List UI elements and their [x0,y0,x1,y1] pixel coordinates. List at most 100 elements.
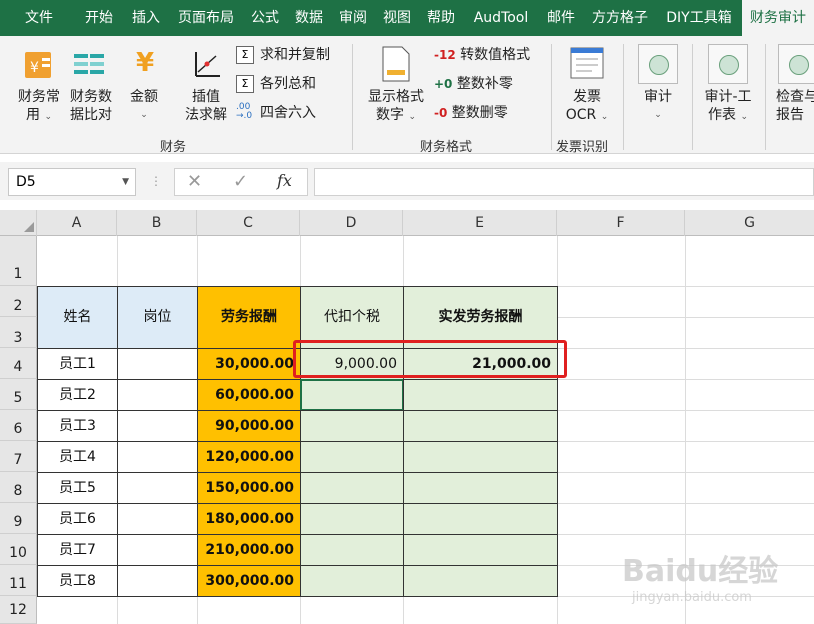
table-cell-pay[interactable]: 30,000.00 [197,348,301,380]
table-cell-pay[interactable]: 210,000.00 [197,534,301,566]
finance-data-compare-button[interactable]: 财务数 据比对 [64,88,118,124]
interpolation-solve-button[interactable]: 插值 法求解 [178,88,234,124]
row-header-2[interactable]: 2 [0,286,37,317]
header-cell-name[interactable]: 姓名 [37,286,118,349]
insert-function-icon[interactable]: fx [277,171,292,190]
display-format-number-button[interactable]: 显示格式 数字 ⌄ [362,88,430,126]
check-report-button[interactable]: 检查与 报告 [776,88,814,124]
tab-file[interactable]: 文件 [10,0,68,36]
convert-number-format-button[interactable]: -12 转数值格式 [434,46,530,64]
tab-fangfang[interactable]: 方方格子 [584,0,656,36]
chevron-down-icon[interactable]: ▼ [122,169,129,195]
ribbon-separator [692,44,693,150]
table-cell-net[interactable] [403,379,558,411]
header-cell-labor-pay[interactable]: 劳务报酬 [197,286,301,349]
tab-home[interactable]: 开始 [76,0,122,36]
tab-page-layout[interactable]: 页面布局 [170,0,242,36]
table-cell-pay[interactable]: 90,000.00 [197,410,301,442]
table-cell-net[interactable] [403,441,558,473]
selected-cell-d5[interactable] [300,379,404,411]
col-header-e[interactable]: E [403,210,557,236]
col-header-c[interactable]: C [197,210,300,236]
drag-handle-icon[interactable]: ⋮ [150,174,162,188]
row-header-1[interactable]: 1 [0,236,37,286]
table-cell-net[interactable] [403,472,558,504]
tab-data[interactable]: 数据 [288,0,330,36]
round-half-even-button[interactable]: 四舍六入 [260,104,316,122]
col-header-b[interactable]: B [117,210,197,236]
tab-review[interactable]: 审阅 [332,0,374,36]
tab-view[interactable]: 视图 [376,0,418,36]
table-cell-position[interactable] [117,565,198,597]
table-cell-position[interactable] [117,410,198,442]
table-cell-net[interactable] [403,503,558,535]
table-cell-name[interactable]: 员工3 [37,410,118,442]
row-header-3[interactable]: 3 [0,317,37,348]
tab-finance-audit[interactable]: 财务审计 [742,0,814,36]
table-cell-tax[interactable] [300,410,404,442]
row-header-8[interactable]: 8 [0,472,37,503]
table-cell-position[interactable] [117,534,198,566]
table-cell-net[interactable] [403,410,558,442]
formula-input[interactable] [314,168,814,196]
table-cell-name[interactable]: 员工2 [37,379,118,411]
table-cell-name[interactable]: 员工7 [37,534,118,566]
row-header-6[interactable]: 6 [0,410,37,441]
sum-and-copy-button[interactable]: 求和并复制 [260,46,330,64]
tab-insert[interactable]: 插入 [124,0,168,36]
table-cell-net[interactable] [403,565,558,597]
table-cell-position[interactable] [117,472,198,504]
audit-workpaper-button[interactable]: 审计-工 作表 ⌄ [698,88,758,126]
table-cell-name[interactable]: 员工6 [37,503,118,535]
table-cell-pay[interactable]: 180,000.00 [197,503,301,535]
table-cell-tax[interactable] [300,534,404,566]
table-cell-position[interactable] [117,441,198,473]
row-header-10[interactable]: 10 [0,534,37,565]
table-cell-position[interactable] [117,503,198,535]
table-cell-tax[interactable] [300,472,404,504]
tab-formulas[interactable]: 公式 [244,0,286,36]
amount-button[interactable]: 金额 ⌄ [122,88,166,124]
col-header-g[interactable]: G [685,210,814,236]
table-cell-tax[interactable] [300,503,404,535]
table-cell-net[interactable] [403,534,558,566]
row-header-7[interactable]: 7 [0,441,37,472]
integer-pad-zero-button[interactable]: +0 整数补零 [434,75,513,93]
cancel-icon[interactable]: ✕ [187,171,202,192]
table-cell-pay[interactable]: 120,000.00 [197,441,301,473]
confirm-icon[interactable]: ✓ [233,171,248,192]
tab-help[interactable]: 帮助 [420,0,462,36]
table-cell-position[interactable] [117,379,198,411]
row-header-9[interactable]: 9 [0,503,37,534]
table-cell-name[interactable]: 员工5 [37,472,118,504]
table-cell-name[interactable]: 员工4 [37,441,118,473]
tab-audtool[interactable]: AudTool [464,0,538,36]
row-header-5[interactable]: 5 [0,379,37,410]
row-header-11[interactable]: 11 [0,565,37,596]
table-cell-pay[interactable]: 150,000.00 [197,472,301,504]
name-box[interactable]: D5 ▼ [8,168,136,196]
workpaper-label-1: 审计-工 [704,89,752,105]
finance-common-icon: ¥ [24,50,54,80]
audit-button[interactable]: 审计 ⌄ [630,88,686,124]
table-cell-tax[interactable] [300,441,404,473]
finance-common-button[interactable]: 财务常 用 ⌄ [12,88,66,126]
table-cell-name[interactable]: 员工8 [37,565,118,597]
table-cell-pay[interactable]: 60,000.00 [197,379,301,411]
col-header-f[interactable]: F [557,210,685,236]
table-cell-position[interactable] [117,348,198,380]
row-header-12[interactable]: 12 [0,596,37,624]
table-cell-tax[interactable] [300,565,404,597]
table-cell-pay[interactable]: 300,000.00 [197,565,301,597]
header-cell-position[interactable]: 岗位 [117,286,198,349]
invoice-ocr-button[interactable]: 发票 OCR ⌄ [556,88,618,126]
column-totals-button[interactable]: 各列总和 [260,75,316,93]
tab-mail[interactable]: 邮件 [540,0,582,36]
table-cell-name[interactable]: 员工1 [37,348,118,380]
integer-remove-zero-button[interactable]: -0 整数删零 [434,104,508,122]
col-header-a[interactable]: A [37,210,117,236]
select-all-corner[interactable] [0,210,37,236]
tab-diy-toolbox[interactable]: DIY工具箱 [658,0,740,36]
row-header-4[interactable]: 4 [0,348,37,379]
col-header-d[interactable]: D [300,210,403,236]
